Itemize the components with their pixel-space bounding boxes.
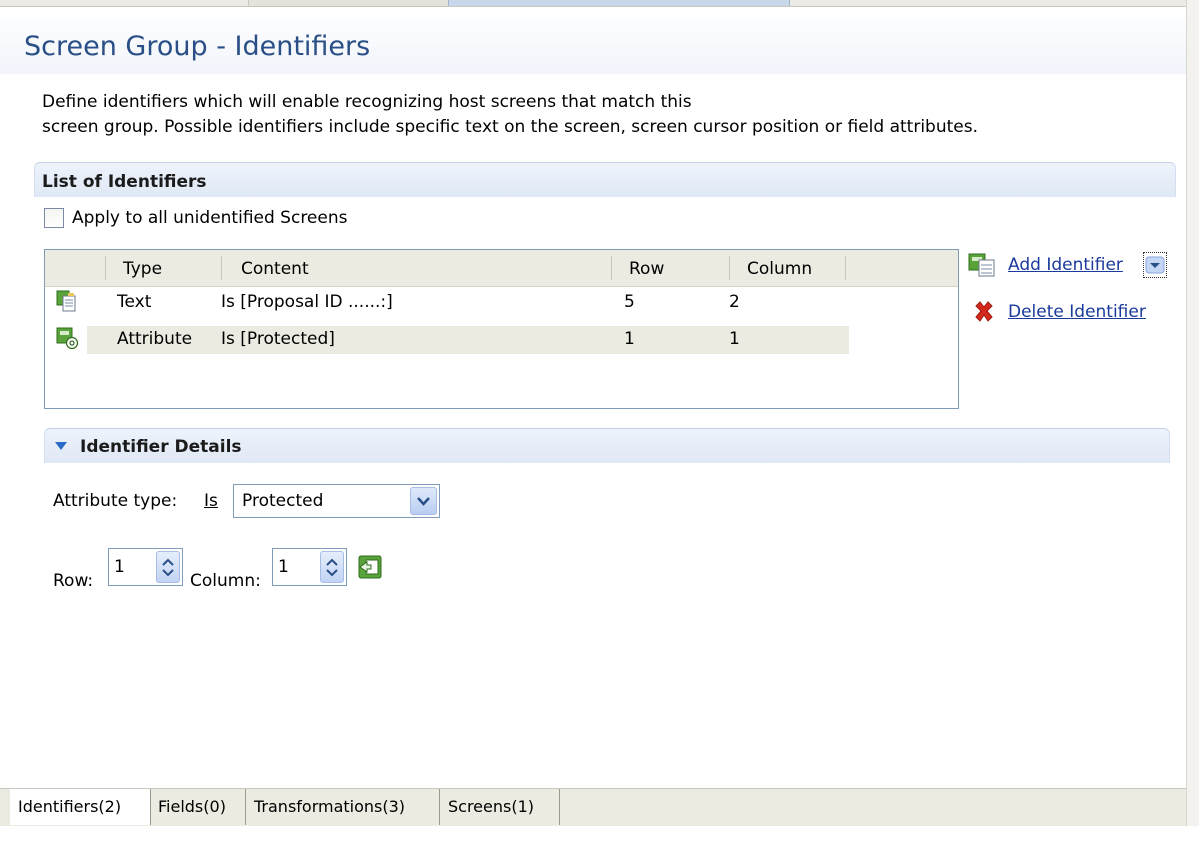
identifiers-table[interactable]: Type Content Row Column Text Is [Proposa…: [44, 249, 959, 409]
column-header-type[interactable]: Type: [123, 259, 162, 279]
up-down-arrows-icon: [162, 558, 174, 577]
column-separator: [105, 256, 106, 280]
pick-position-icon[interactable]: [356, 553, 384, 581]
form-header: Screen Group - Identifiers: [0, 7, 1186, 74]
column-header-content[interactable]: Content: [241, 259, 309, 279]
column-separator: [611, 256, 612, 280]
editor-bottom-tabs: Identifiers(2) Fields(0) Transformations…: [0, 788, 1186, 826]
vertical-scrollbar[interactable]: [1186, 0, 1199, 850]
cell-content: Is [Proposal ID ......:]: [221, 292, 393, 312]
add-identifier-link[interactable]: Add Identifier: [1008, 255, 1123, 275]
apply-all-label[interactable]: Apply to all unidentified Screens: [72, 208, 348, 228]
attribute-type-value: Protected: [242, 491, 324, 511]
cell-content: Is [Protected]: [221, 329, 335, 349]
column-spinner-buttons[interactable]: [320, 551, 344, 583]
delete-icon[interactable]: [972, 300, 996, 324]
description-line-1: Define identifiers which will enable rec…: [42, 92, 692, 112]
cell-column: 2: [729, 292, 740, 312]
row-spinner[interactable]: 1: [108, 548, 183, 586]
row-label: Row:: [53, 571, 94, 591]
attribute-type-label: Attribute type:: [53, 491, 178, 511]
tab-fields[interactable]: Fields(0): [151, 789, 246, 825]
column-spinner-value[interactable]: 1: [278, 557, 289, 577]
table-row[interactable]: Text Is [Proposal ID ......:] 5 2: [45, 289, 958, 317]
row-spinner-value[interactable]: 1: [114, 557, 125, 577]
column-header-column[interactable]: Column: [747, 259, 812, 279]
attribute-type-select[interactable]: Protected: [233, 484, 440, 518]
column-separator: [221, 256, 222, 280]
details-section-title: Identifier Details: [80, 437, 242, 457]
tab-screens[interactable]: Screens(1): [440, 789, 560, 825]
page-description: Define identifiers which will enable rec…: [42, 90, 978, 140]
cell-type: Attribute: [117, 329, 193, 349]
attribute-identifier-icon: [56, 327, 79, 350]
table-row-selected[interactable]: Attribute Is [Protected] 1 1: [45, 326, 958, 354]
chevron-down-icon: [417, 497, 430, 506]
table-header: Type Content Row Column: [45, 250, 958, 287]
apply-all-checkbox[interactable]: [44, 208, 64, 228]
is-operator-link[interactable]: Is: [204, 491, 218, 511]
description-line-2: screen group. Possible identifiers inclu…: [42, 117, 979, 137]
add-identifier-dropdown[interactable]: [1143, 252, 1167, 278]
editor-tab-edge-active: [448, 0, 790, 6]
editor-tab-edge: [248, 0, 449, 6]
cell-type: Text: [117, 292, 152, 312]
column-separator: [845, 256, 846, 280]
cell-row: 1: [624, 329, 635, 349]
column-spinner[interactable]: 1: [272, 548, 347, 586]
text-identifier-icon: [56, 290, 76, 312]
dropdown-button[interactable]: [410, 487, 437, 515]
column-separator: [729, 256, 730, 280]
column-label: Column:: [190, 571, 261, 591]
row-spinner-buttons[interactable]: [156, 551, 180, 583]
cell-row: 5: [624, 292, 635, 312]
editor-top-strip: [0, 0, 1199, 7]
cell-column: 1: [729, 329, 740, 349]
tab-identifiers[interactable]: Identifiers(2): [10, 789, 151, 825]
delete-identifier-link[interactable]: Delete Identifier: [1008, 302, 1146, 322]
page-title: Screen Group - Identifiers: [24, 31, 371, 62]
footer-strip: [0, 826, 1199, 850]
chevron-down-icon: [1145, 256, 1165, 274]
column-header-row[interactable]: Row: [629, 259, 664, 279]
collapse-triangle-icon[interactable]: [54, 441, 68, 451]
add-identifier-icon[interactable]: [968, 252, 996, 278]
list-section-title: List of Identifiers: [42, 172, 207, 192]
tab-transformations[interactable]: Transformations(3): [246, 789, 440, 825]
up-down-arrows-icon: [326, 558, 338, 577]
